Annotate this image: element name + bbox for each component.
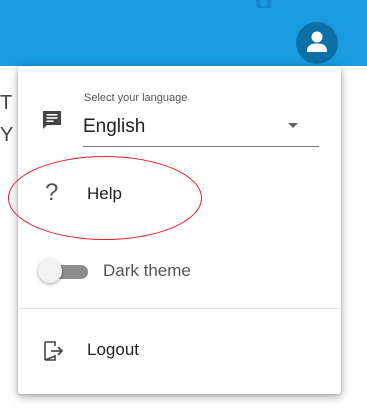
background-text: Y [0, 124, 14, 146]
background-text: T [0, 92, 13, 114]
user-menu: Select your language English ? Help Dark… [18, 66, 341, 394]
account-button[interactable] [296, 22, 338, 64]
menu-item-help-label: Help [87, 184, 122, 203]
dropdown-arrow-icon[interactable] [288, 123, 298, 128]
toggle-knob [38, 259, 62, 283]
menu-item-logout-label: Logout [87, 340, 139, 359]
language-caption: Select your language [84, 92, 188, 104]
menu-item-logout[interactable]: Logout [18, 326, 341, 376]
menu-item-help[interactable]: ? Help [18, 169, 341, 219]
header-title-fragment: g [255, 0, 350, 8]
language-selected-value[interactable]: English [83, 116, 145, 138]
dark-theme-label: Dark theme [103, 261, 191, 280]
menu-divider [18, 308, 341, 309]
language-underline [83, 146, 319, 147]
account-circle-icon [307, 31, 327, 52]
menu-item-dark-theme: Dark theme [18, 241, 341, 291]
message-icon [43, 111, 61, 129]
question-mark-icon: ? [45, 179, 59, 206]
dark-theme-toggle[interactable] [38, 259, 88, 283]
logout-icon [44, 341, 64, 361]
